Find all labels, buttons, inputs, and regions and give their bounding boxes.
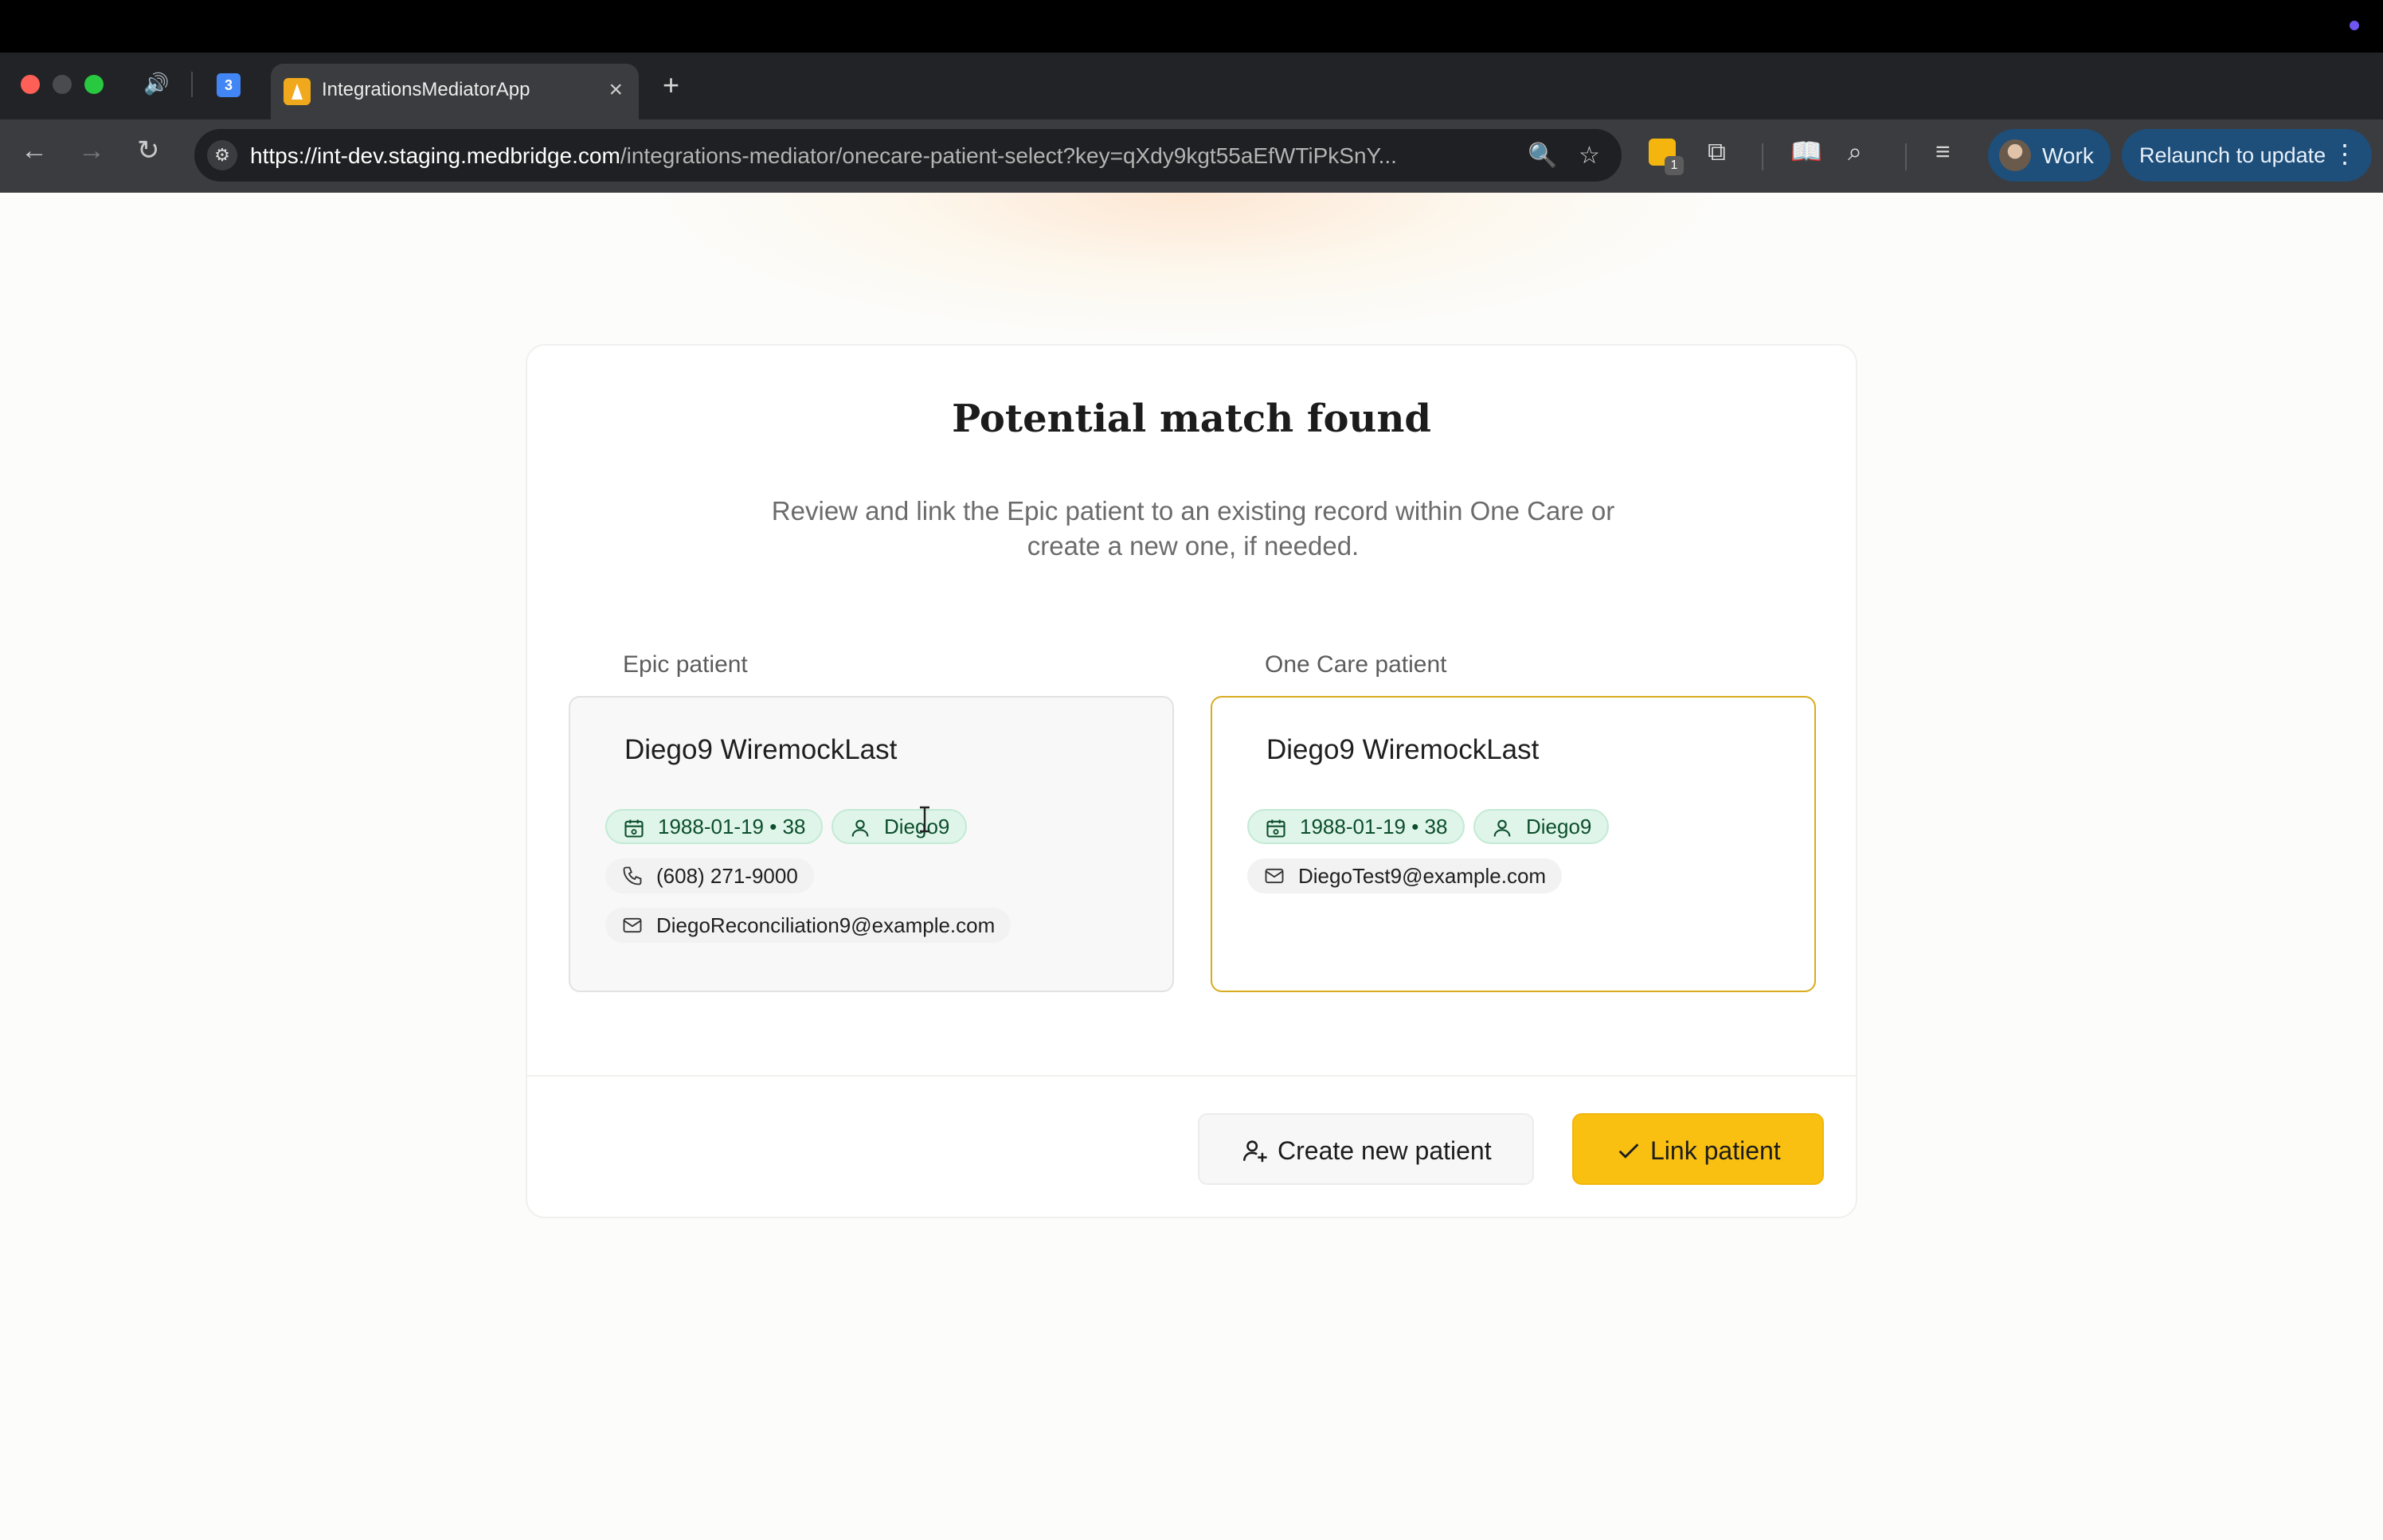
browser-toolbar: ← → ↻ ⚙ https://int-dev.staging.medbridg… — [0, 119, 2383, 193]
toolbar-divider — [1905, 143, 1907, 170]
epic-phone-text: (608) 271-9000 — [656, 864, 798, 888]
close-window-button[interactable] — [21, 75, 40, 94]
minimize-window-button[interactable] — [53, 75, 72, 94]
epic-firstname-chip: Diego9 — [832, 809, 968, 844]
tab-divider — [191, 72, 193, 97]
bookmark-star-icon[interactable]: ☆ — [1579, 142, 1600, 170]
epic-patient-label: Epic patient — [623, 651, 748, 678]
epic-patient-name: Diego9 WiremockLast — [624, 734, 898, 765]
epic-patient-card: Diego9 WiremockLast 1988-01-19 • 38 Dieg… — [569, 696, 1174, 992]
onecare-dob-text: 1988-01-19 • 38 — [1300, 815, 1448, 838]
extensions-puzzle-icon[interactable]: ⧉ — [1708, 139, 1726, 164]
maximize-window-button[interactable] — [84, 75, 104, 94]
footer-divider — [527, 1075, 1856, 1077]
calendar-tab-icon[interactable]: 3 — [217, 73, 241, 97]
profile-button[interactable]: Work — [1988, 129, 2111, 182]
tab-search-icon[interactable]: ⌕ — [1848, 139, 1862, 164]
page-title: Potential match found — [952, 397, 1431, 441]
onecare-firstname-chip: Diego9 — [1473, 809, 1610, 844]
create-new-patient-button[interactable]: Create new patient — [1198, 1113, 1534, 1185]
onecare-patient-card[interactable]: Diego9 WiremockLast 1988-01-19 • 38 Dieg… — [1211, 696, 1816, 992]
profile-label: Work — [2042, 143, 2094, 168]
extension-badge-count: 1 — [1665, 156, 1684, 175]
phone-icon — [623, 866, 642, 885]
onecare-email-text: DiegoTest9@example.com — [1298, 864, 1547, 888]
browser-tab-bar: 🔊 3 IntegrationsMediatorApp × + — [0, 53, 2383, 119]
user-icon — [851, 819, 869, 837]
tab-title: IntegrationsMediatorApp — [322, 79, 530, 100]
back-arrow-icon[interactable]: ← — [21, 137, 48, 164]
check-icon — [1618, 1143, 1639, 1159]
relaunch-to-update-button[interactable]: Relaunch to update ⋮ — [2122, 129, 2372, 182]
avatar — [1999, 139, 2031, 171]
create-new-patient-label: Create new patient — [1278, 1136, 1492, 1165]
tab-integrations-mediator[interactable]: IntegrationsMediatorApp × — [271, 64, 639, 119]
user-plus-icon — [1242, 1140, 1267, 1163]
mail-icon — [623, 917, 642, 933]
new-tab-plus-icon[interactable]: + — [663, 68, 679, 102]
epic-dob-text: 1988-01-19 • 38 — [658, 815, 806, 838]
media-controls-icon[interactable]: ≡ — [1935, 139, 1951, 164]
app-favicon-icon — [284, 78, 311, 105]
address-bar[interactable]: ⚙ https://int-dev.staging.medbridge.com/… — [194, 129, 1622, 182]
reading-mode-icon[interactable]: 📖 — [1790, 139, 1822, 164]
forward-arrow-icon[interactable]: → — [78, 137, 105, 164]
menu-bar-strip — [0, 0, 2383, 53]
link-patient-button[interactable]: Link patient — [1572, 1113, 1824, 1185]
reload-icon[interactable]: ↻ — [137, 137, 160, 164]
user-icon — [1493, 819, 1511, 837]
url-text[interactable]: https://int-dev.staging.medbridge.com/in… — [250, 143, 1532, 169]
recording-indicator-icon — [2350, 21, 2359, 30]
url-host: https://int-dev.staging.medbridge.com — [250, 143, 620, 168]
epic-phone-chip: (608) 271-9000 — [605, 858, 814, 893]
toolbar-divider — [1762, 143, 1763, 170]
onecare-dob-chip: 1988-01-19 • 38 — [1247, 809, 1465, 844]
close-tab-icon[interactable]: × — [608, 76, 623, 104]
onecare-firstname-text: Diego9 — [1526, 815, 1592, 838]
text-cursor-icon — [920, 806, 929, 833]
page-description: Review and link the Epic patient to an e… — [771, 496, 1615, 561]
calendar-icon — [624, 819, 644, 838]
site-settings-icon[interactable]: ⚙ — [207, 140, 237, 170]
epic-email-text: DiegoReconciliation9@example.com — [656, 913, 996, 937]
epic-email-chip: DiegoReconciliation9@example.com — [605, 908, 1012, 943]
header-glow — [526, 193, 1848, 352]
onecare-email-chip: DiegoTest9@example.com — [1247, 858, 1563, 893]
calendar-icon — [1266, 819, 1285, 838]
link-patient-label: Link patient — [1650, 1136, 1781, 1165]
mail-icon — [1265, 868, 1284, 884]
url-path: /integrations-mediator/onecare-patient-s… — [620, 143, 1397, 168]
speaker-icon[interactable]: 🔊 — [143, 73, 169, 94]
onecare-patient-name: Diego9 WiremockLast — [1266, 734, 1540, 765]
match-dialog: Potential match found Review and link th… — [526, 344, 1857, 1218]
epic-dob-chip: 1988-01-19 • 38 — [605, 809, 824, 844]
onecare-patient-label: One Care patient — [1265, 651, 1447, 678]
relaunch-label: Relaunch to update — [2139, 143, 2326, 167]
more-vertical-icon[interactable]: ⋮ — [2332, 139, 2358, 169]
zoom-magnifier-icon[interactable]: 🔍 — [1528, 142, 1557, 170]
